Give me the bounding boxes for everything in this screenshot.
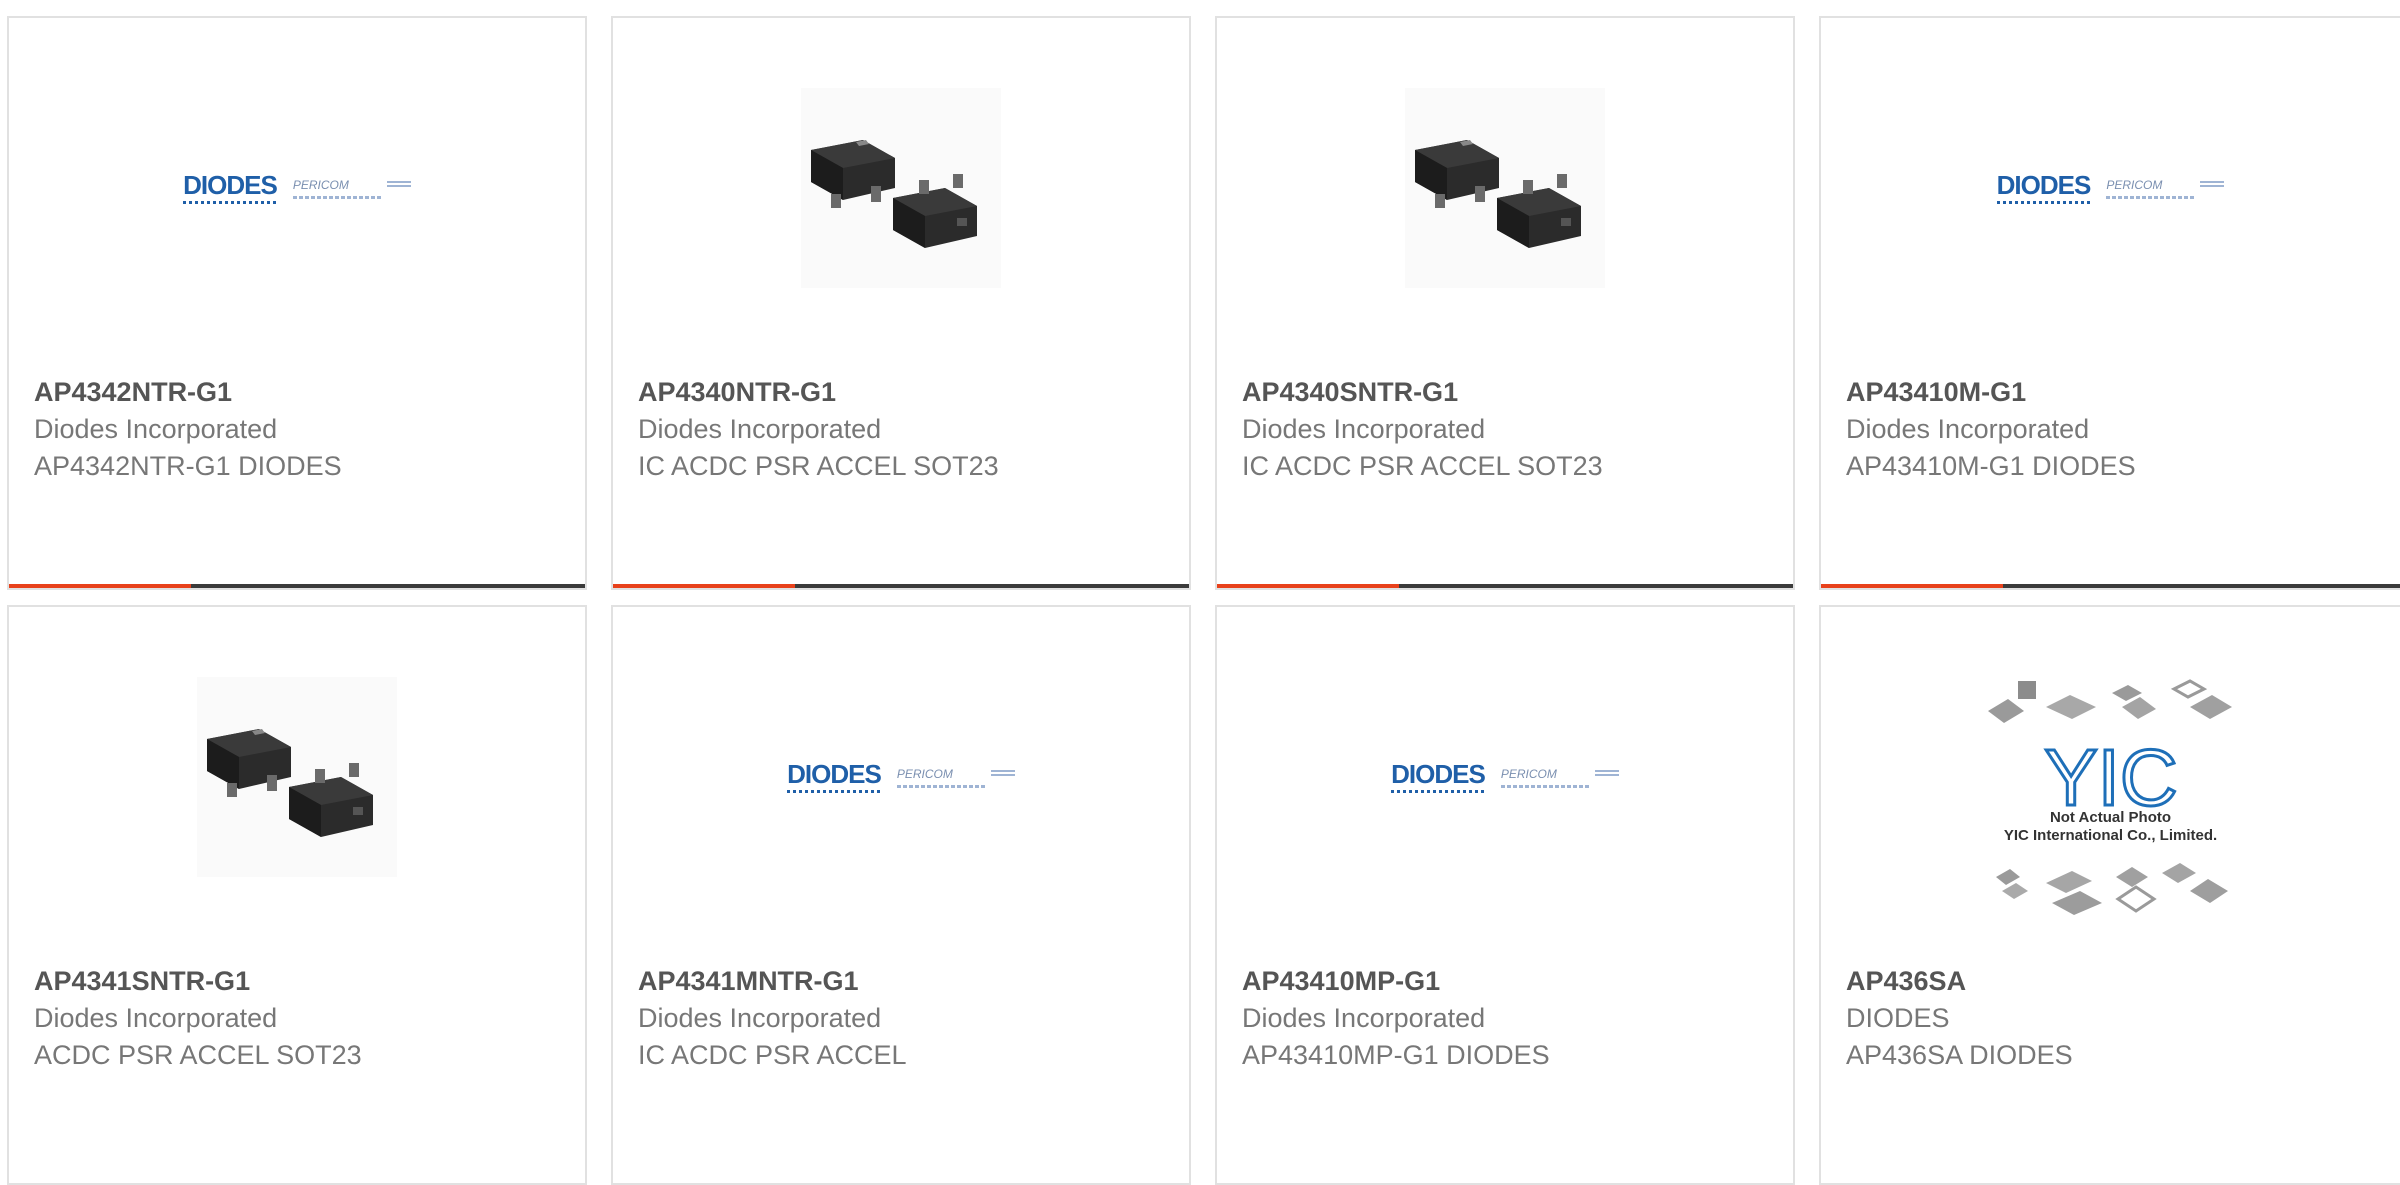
product-image[interactable]: YIC Not Actual Photo YIC International C…	[1821, 667, 2400, 915]
description: AP436SA DIODES	[1846, 1040, 2073, 1070]
chip-cluster-icon: YIC	[1987, 679, 2232, 915]
product-image[interactable]: DIODES PERICOM	[9, 78, 585, 298]
manufacturer: Diodes Incorporated	[638, 414, 882, 444]
part-number[interactable]: AP4342NTR-G1	[34, 373, 565, 411]
description: IC ACDC PSR ACCEL SOT23	[1242, 451, 1603, 481]
part-number[interactable]: AP4341SNTR-G1	[34, 962, 565, 1000]
sot23-package-image	[197, 677, 397, 877]
card-bottom-bar	[613, 584, 1189, 588]
product-card[interactable]: AP4340NTR-G1 Diodes Incorporated IC ACDC…	[611, 16, 1191, 590]
not-actual-photo-caption: Not Actual Photo YIC International Co., …	[2003, 809, 2218, 844]
product-grid: DIODES PERICOM AP4342NTR-G1 Diodes Incor…	[0, 0, 2400, 1185]
manufacturer: Diodes Incorporated	[1242, 1003, 1486, 1033]
part-number[interactable]: AP43410M-G1	[1846, 373, 2380, 411]
diodes-logo: DIODES PERICOM	[1996, 172, 2225, 204]
product-image[interactable]	[9, 667, 585, 887]
yic-not-actual-photo: YIC Not Actual Photo YIC International C…	[1976, 677, 2246, 917]
card-bottom-bar	[1217, 584, 1793, 588]
product-card[interactable]: DIODES PERICOM AP4342NTR-G1 Diodes Incor…	[7, 16, 587, 590]
description: AP4342NTR-G1 DIODES	[34, 451, 342, 481]
description: ACDC PSR ACCEL SOT23	[34, 1040, 362, 1070]
product-image[interactable]: DIODES PERICOM	[1821, 78, 2400, 298]
manufacturer: Diodes Incorporated	[34, 1003, 278, 1033]
manufacturer: Diodes Incorporated	[34, 414, 278, 444]
part-number[interactable]: AP4340NTR-G1	[638, 373, 1169, 411]
description: AP43410MP-G1 DIODES	[1242, 1040, 1550, 1070]
product-card[interactable]: DIODES PERICOM AP4341MNTR-G1 Diodes Inco…	[611, 605, 1191, 1185]
product-image[interactable]	[1217, 78, 1793, 298]
card-bottom-bar	[1821, 584, 2400, 588]
product-card[interactable]: DIODES PERICOM AP43410MP-G1 Diodes Incor…	[1215, 605, 1795, 1185]
manufacturer: Diodes Incorporated	[638, 1003, 882, 1033]
description: AP43410M-G1 DIODES	[1846, 451, 2136, 481]
description: IC ACDC PSR ACCEL	[638, 1040, 907, 1070]
diodes-logo: DIODES PERICOM	[787, 761, 1015, 793]
product-card[interactable]: AP4341SNTR-G1 Diodes Incorporated ACDC P…	[7, 605, 587, 1185]
diodes-logo: DIODES PERICOM	[183, 172, 411, 204]
part-number[interactable]: AP43410MP-G1	[1242, 962, 1773, 1000]
manufacturer: Diodes Incorporated	[1242, 414, 1486, 444]
diodes-logo: DIODES PERICOM	[1391, 761, 1619, 793]
card-bottom-bar	[9, 584, 585, 588]
part-number[interactable]: AP4340SNTR-G1	[1242, 373, 1773, 411]
sot23-package-image	[1405, 88, 1605, 288]
manufacturer: Diodes Incorporated	[1846, 414, 2090, 444]
product-card[interactable]: YIC Not Actual Photo YIC International C…	[1819, 605, 2400, 1185]
part-number[interactable]: AP4341MNTR-G1	[638, 962, 1169, 1000]
product-image[interactable]	[613, 78, 1189, 298]
part-number[interactable]: AP436SA	[1846, 962, 2380, 1000]
product-image[interactable]: DIODES PERICOM	[1217, 667, 1793, 887]
manufacturer: DIODES	[1846, 1003, 1950, 1033]
description: IC ACDC PSR ACCEL SOT23	[638, 451, 999, 481]
product-image[interactable]: DIODES PERICOM	[613, 667, 1189, 887]
sot23-package-image	[801, 88, 1001, 288]
product-card[interactable]: DIODES PERICOM AP43410M-G1 Diodes Incorp…	[1819, 16, 2400, 590]
product-card[interactable]: AP4340SNTR-G1 Diodes Incorporated IC ACD…	[1215, 16, 1795, 590]
